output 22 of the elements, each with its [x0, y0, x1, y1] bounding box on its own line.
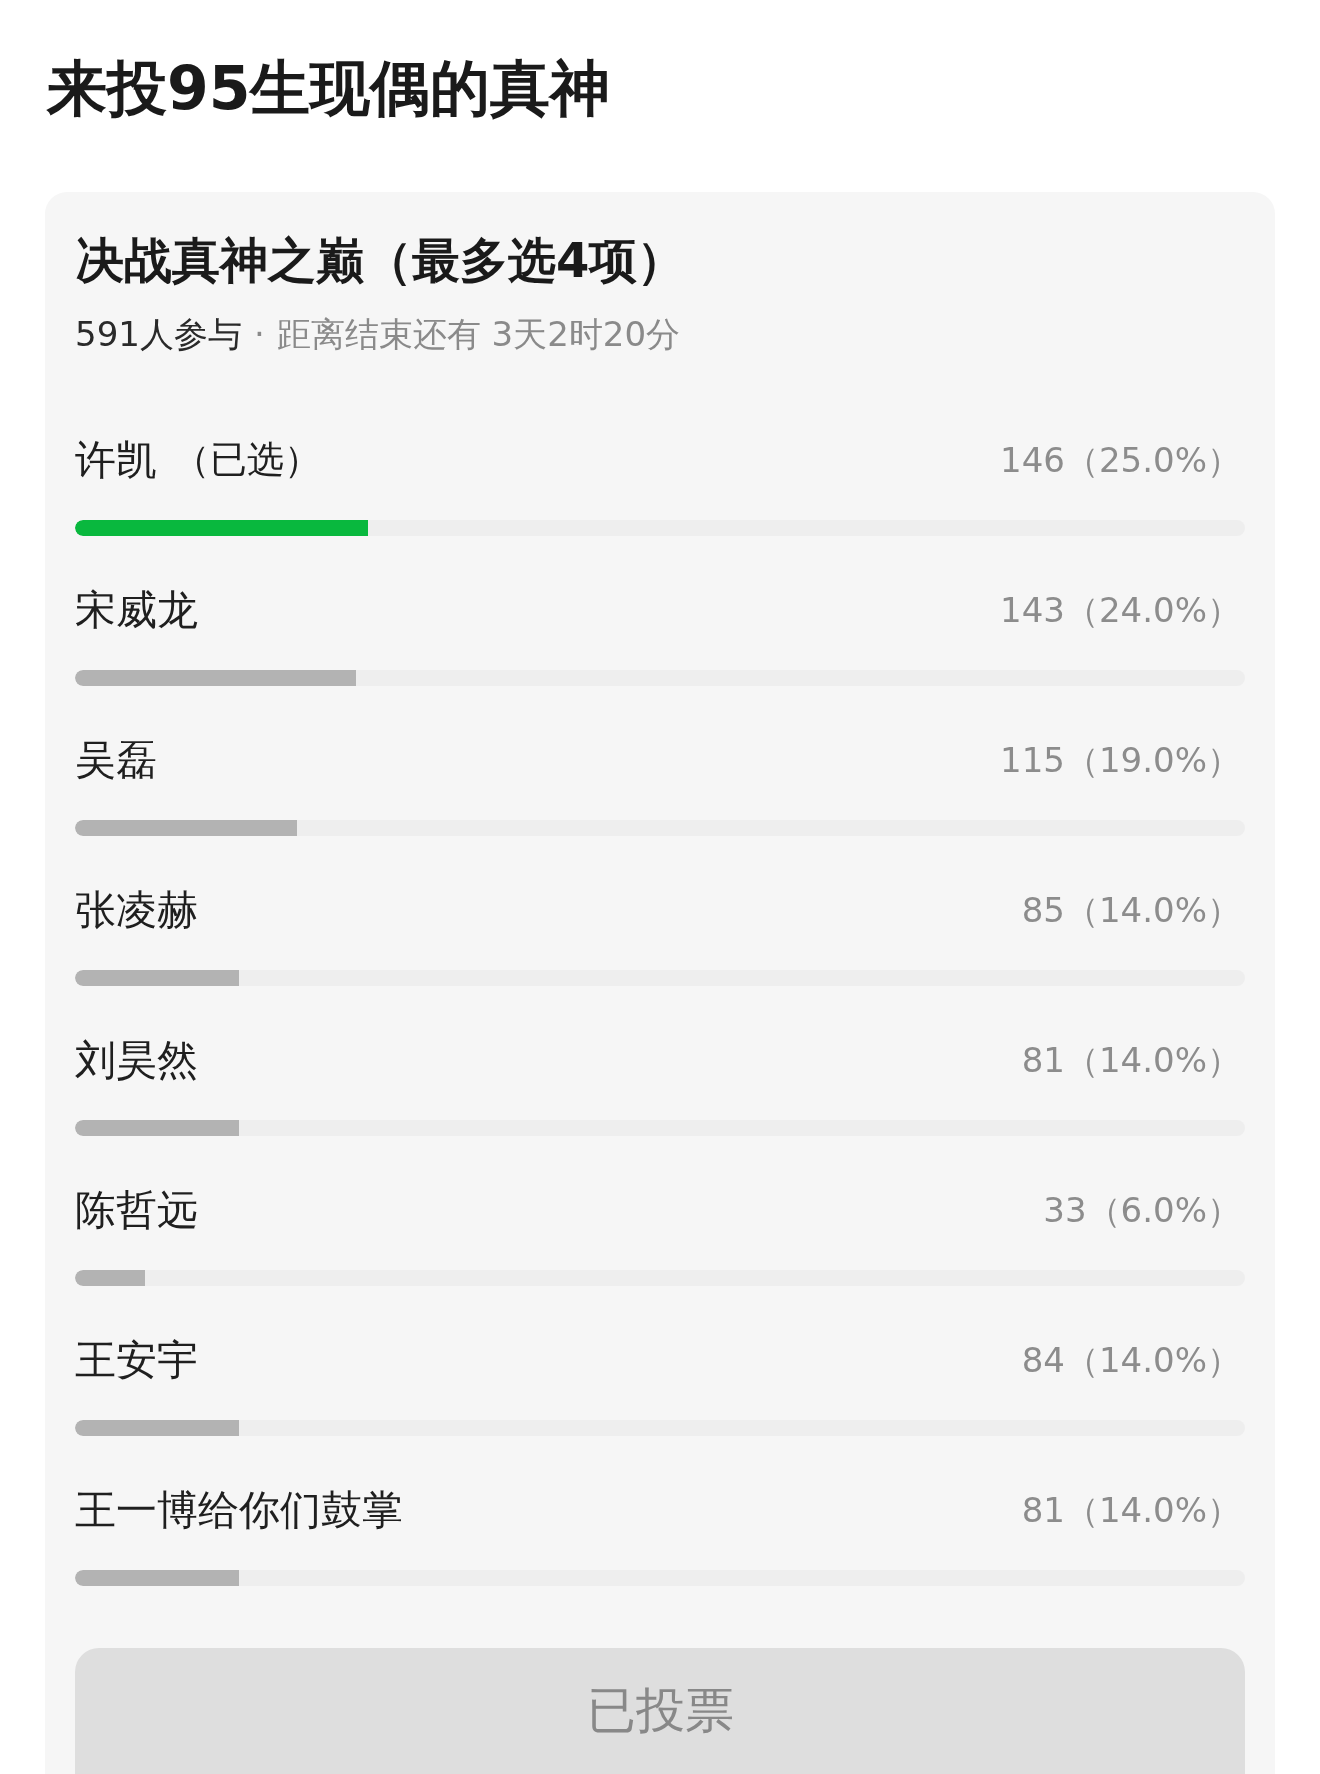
option-name: 王安宇: [75, 1336, 198, 1384]
vote-count: 33（6.0%）: [1043, 1189, 1241, 1232]
vote-count: 115（19.0%）: [1000, 739, 1241, 782]
option-name: 陈哲远: [75, 1186, 198, 1234]
option-name: 王一博给你们鼓掌: [75, 1486, 403, 1534]
poll-title: 决战真神之巅（最多选4项）: [76, 231, 686, 290]
time-remaining: 距离结束还有 3天2时20分: [276, 313, 681, 356]
vote-count: 84（14.0%）: [1021, 1339, 1241, 1382]
option-name: 刘昊然: [75, 1036, 198, 1084]
option-name: 宋威龙: [75, 586, 198, 634]
option-name: 吴磊: [75, 736, 157, 784]
vote-count: 81（14.0%）: [1021, 1489, 1241, 1532]
option-name: 许凯: [75, 436, 157, 484]
selected-label: （已选）: [173, 437, 321, 483]
vote-count: 143（24.0%）: [1000, 589, 1241, 632]
option-name: 张凌赫: [75, 886, 198, 934]
separator-dot: ·: [253, 313, 265, 356]
page-title: 来投95生现偶的真神: [47, 52, 611, 124]
vote-count: 81（14.0%）: [1021, 1039, 1241, 1082]
vote-count: 146（25.0%）: [1000, 439, 1241, 482]
vote-count: 85（14.0%）: [1021, 889, 1241, 932]
participant-count: 591人参与: [75, 313, 242, 356]
